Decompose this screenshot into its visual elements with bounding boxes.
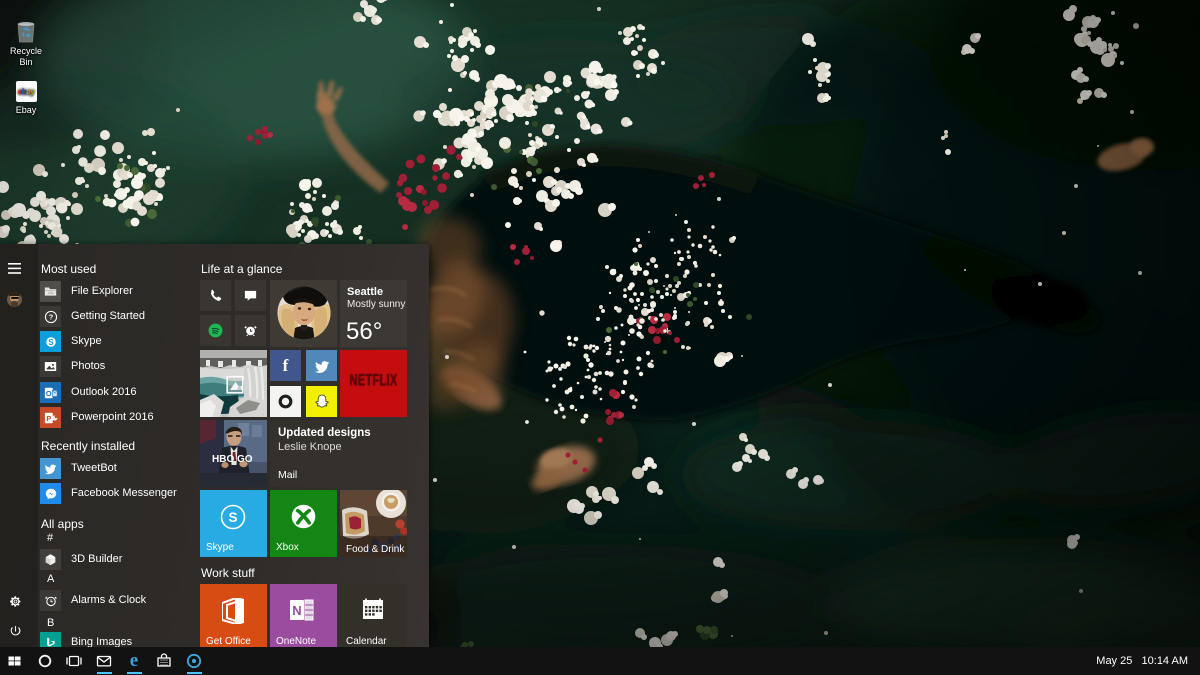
svg-text:S: S (228, 510, 237, 525)
svg-text:Food & Drink: Food & Drink (346, 544, 405, 555)
svg-text:P: P (46, 414, 51, 423)
svg-text:?: ? (48, 312, 53, 321)
svg-text:HBO GO: HBO GO (212, 454, 253, 465)
svg-text:S: S (48, 337, 53, 346)
svg-text:N: N (292, 603, 301, 618)
svg-text:O: O (45, 389, 51, 398)
